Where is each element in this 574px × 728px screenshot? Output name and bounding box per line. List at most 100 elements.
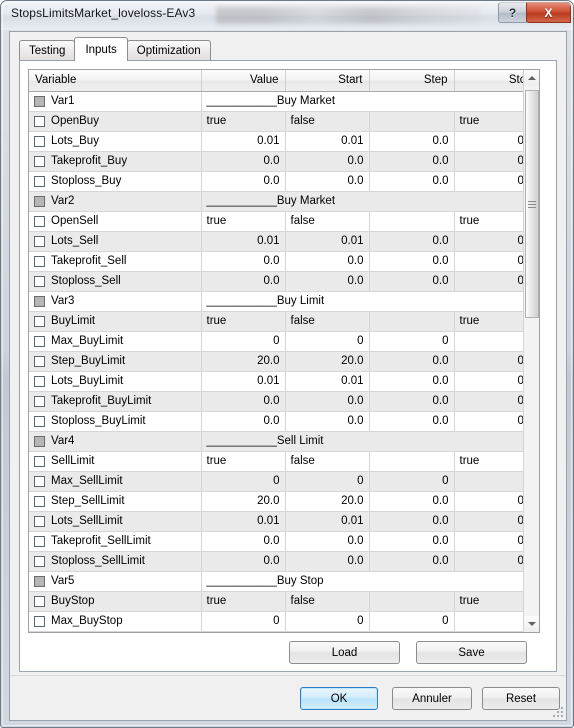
table-row[interactable]: BuyLimit true false true xyxy=(29,311,539,332)
table-row[interactable]: Var3 ___________Buy Limit xyxy=(29,291,539,312)
cell-start[interactable]: 0.0 xyxy=(285,151,370,172)
cell-start[interactable]: false xyxy=(285,451,370,472)
ok-button[interactable]: OK xyxy=(300,687,378,710)
checkbox-optimize[interactable] xyxy=(34,155,45,167)
cell-value[interactable]: true xyxy=(201,111,286,132)
load-button[interactable]: Load xyxy=(289,641,400,664)
cell-value[interactable]: 0.0 xyxy=(201,531,286,552)
cell-start[interactable]: 20.0 xyxy=(285,491,370,512)
table-row[interactable]: Takeprofit_Sell0.00.00.00.0 xyxy=(29,251,539,272)
cell-step[interactable]: 0.0 xyxy=(369,351,455,372)
cell-value[interactable]: 0.0 xyxy=(201,391,286,412)
cell-step[interactable]: 0.0 xyxy=(369,251,455,272)
cell-step[interactable]: 0.0 xyxy=(369,131,455,152)
checkbox-optimize[interactable] xyxy=(34,235,45,247)
cell-value[interactable]: true xyxy=(201,591,286,612)
checkbox-optimize[interactable] xyxy=(34,355,45,367)
cell-value[interactable]: 20.0 xyxy=(201,351,286,372)
cell-value[interactable]: 0.0 xyxy=(201,551,286,572)
table-row[interactable]: SellLimit true false true xyxy=(29,451,539,472)
cell-value[interactable]: 0.0 xyxy=(201,251,286,272)
tab-testing[interactable]: Testing xyxy=(19,40,76,60)
cell-step[interactable] xyxy=(369,591,455,612)
checkbox-optimize[interactable] xyxy=(34,555,45,567)
cell-start[interactable]: 0 xyxy=(285,331,370,352)
checkbox-optimize[interactable] xyxy=(34,535,45,547)
table-row[interactable]: Takeprofit_BuyLimit0.00.00.00.0 xyxy=(29,391,539,412)
checkbox-optimize[interactable] xyxy=(34,475,45,487)
checkbox-optimize[interactable] xyxy=(34,115,45,127)
inputs-grid[interactable]: Variable Value Start Step Stop Var1 _____… xyxy=(28,69,540,633)
table-row[interactable]: Stoploss_Sell0.00.00.00.0 xyxy=(29,271,539,292)
cell-value[interactable]: 0 xyxy=(201,331,286,352)
cell-value[interactable]: 0.01 xyxy=(201,371,286,392)
table-row[interactable]: Var2 ___________Buy Market xyxy=(29,191,539,212)
cell-start[interactable]: false xyxy=(285,591,370,612)
cell-value[interactable]: 0 xyxy=(201,611,286,632)
cell-value[interactable]: 0.0 xyxy=(201,151,286,172)
table-row[interactable]: OpenSell true false true xyxy=(29,211,539,232)
cell-value[interactable]: 0.0 xyxy=(201,411,286,432)
close-button[interactable]: X xyxy=(526,2,571,23)
table-row[interactable]: Stoploss_Buy0.00.00.00.0 xyxy=(29,171,539,192)
table-row[interactable]: Step_BuyLimit20.020.00.00.0 xyxy=(29,351,539,372)
cell-step[interactable]: 0.0 xyxy=(369,491,455,512)
cell-start[interactable]: 0.0 xyxy=(285,171,370,192)
column-header-start[interactable]: Start xyxy=(285,70,370,92)
title-bar[interactable]: StopsLimitsMarket_loveloss-EAv3 ? X xyxy=(1,1,573,30)
cell-start[interactable]: 0.0 xyxy=(285,411,370,432)
table-row[interactable]: OpenBuy true false true xyxy=(29,111,539,132)
cell-start[interactable]: 0.01 xyxy=(285,231,370,252)
table-row[interactable]: Takeprofit_Buy0.00.00.00.0 xyxy=(29,151,539,172)
checkbox-optimize[interactable] xyxy=(34,175,45,187)
table-row[interactable]: Lots_Sell0.010.010.00.0 xyxy=(29,231,539,252)
table-row[interactable]: Step_BuyStop20.020.00.00.0 xyxy=(29,631,539,632)
cell-step[interactable]: 0.0 xyxy=(369,171,455,192)
tab-inputs[interactable]: Inputs xyxy=(74,37,128,61)
cell-step[interactable]: 0.0 xyxy=(369,371,455,392)
cell-start[interactable]: 20.0 xyxy=(285,631,370,632)
checkbox-optimize[interactable] xyxy=(34,595,45,607)
cell-value[interactable]: true xyxy=(201,451,286,472)
scrollbar-thumb[interactable] xyxy=(525,90,539,318)
table-row[interactable]: Stoploss_BuyLimit0.00.00.00.0 xyxy=(29,411,539,432)
cell-value[interactable]: 0.0 xyxy=(201,171,286,192)
cell-step[interactable]: 0 xyxy=(369,331,455,352)
checkbox-optimize[interactable] xyxy=(34,395,45,407)
reset-button[interactable]: Reset xyxy=(482,687,560,710)
cell-step[interactable] xyxy=(369,451,455,472)
table-row[interactable]: Max_SellLimit0000 xyxy=(29,471,539,492)
scroll-up-arrow-icon[interactable] xyxy=(524,70,539,86)
help-button[interactable]: ? xyxy=(498,2,527,23)
checkbox-optimize[interactable] xyxy=(34,135,45,147)
table-row[interactable]: Stoploss_SellLimit0.00.00.00.0 xyxy=(29,551,539,572)
cell-step[interactable]: 0.0 xyxy=(369,271,455,292)
checkbox-optimize[interactable] xyxy=(34,495,45,507)
cell-start[interactable]: 0.01 xyxy=(285,371,370,392)
cell-start[interactable]: 0.01 xyxy=(285,131,370,152)
cell-start[interactable]: false xyxy=(285,211,370,232)
cell-value[interactable]: true xyxy=(201,311,286,332)
checkbox-optimize[interactable] xyxy=(34,335,45,347)
table-row[interactable]: Lots_SellLimit0.010.010.00.0 xyxy=(29,511,539,532)
cell-value[interactable]: 0 xyxy=(201,471,286,492)
cell-start[interactable]: 0.0 xyxy=(285,251,370,272)
resize-grip-icon[interactable] xyxy=(551,705,563,717)
cell-step[interactable] xyxy=(369,311,455,332)
table-row[interactable]: Lots_BuyLimit0.010.010.00.0 xyxy=(29,371,539,392)
scroll-down-arrow-icon[interactable] xyxy=(524,616,539,632)
checkbox-optimize[interactable] xyxy=(34,275,45,287)
table-row[interactable]: Var5 ___________Buy Stop xyxy=(29,571,539,592)
table-row[interactable]: Max_BuyLimit0000 xyxy=(29,331,539,352)
table-row[interactable]: Var1 ___________Buy Market xyxy=(29,91,539,112)
cell-value[interactable]: true xyxy=(201,211,286,232)
cell-step[interactable]: 0 xyxy=(369,611,455,632)
checkbox-optimize[interactable] xyxy=(34,215,45,227)
cell-start[interactable]: 0.01 xyxy=(285,511,370,532)
checkbox-optimize[interactable] xyxy=(34,455,45,467)
cell-step[interactable]: 0.0 xyxy=(369,151,455,172)
cell-step[interactable]: 0.0 xyxy=(369,511,455,532)
table-row[interactable]: Lots_Buy0.010.010.00.0 xyxy=(29,131,539,152)
cell-start[interactable]: false xyxy=(285,311,370,332)
checkbox-optimize[interactable] xyxy=(34,615,45,627)
